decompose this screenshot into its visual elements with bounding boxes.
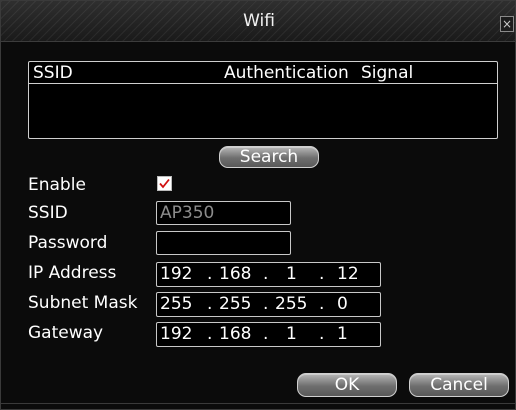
search-button[interactable]: Search — [219, 146, 319, 168]
octet-separator: . — [207, 324, 213, 344]
gateway-octet-2[interactable]: 168 — [219, 323, 251, 345]
ip-octet-1[interactable]: 192 — [160, 263, 192, 285]
cancel-button[interactable]: Cancel — [409, 373, 509, 397]
gateway-label: Gateway — [28, 323, 104, 343]
gateway-octet-1[interactable]: 192 — [160, 323, 192, 345]
octet-separator: . — [319, 264, 325, 284]
octet-separator: . — [263, 294, 269, 314]
octet-separator: . — [263, 324, 269, 344]
ip-octet-3[interactable]: 1 — [286, 263, 297, 285]
dialog-title: Wifi — [243, 11, 275, 31]
subnet-mask-field[interactable]: 255 . 255 . 255 . 0 — [156, 292, 381, 317]
octet-separator: . — [319, 324, 325, 344]
octet-separator: . — [263, 264, 269, 284]
subnet-octet-1[interactable]: 255 — [160, 293, 192, 315]
octet-separator: . — [207, 294, 213, 314]
ssid-label: SSID — [28, 203, 68, 223]
gateway-octet-4[interactable]: 1 — [337, 323, 348, 345]
divider — [1, 403, 515, 404]
subnet-octet-2[interactable]: 255 — [219, 293, 251, 315]
close-icon[interactable]: × — [500, 16, 514, 32]
ip-octet-4[interactable]: 12 — [337, 263, 359, 285]
column-header-ssid[interactable]: SSID — [33, 62, 73, 84]
password-label: Password — [28, 233, 108, 253]
enable-label: Enable — [28, 175, 86, 195]
octet-separator: . — [207, 264, 213, 284]
ip-address-field[interactable]: 192 . 168 . 1 . 12 — [156, 262, 381, 287]
column-header-authentication[interactable]: Authentication — [224, 62, 349, 84]
ok-button[interactable]: OK — [297, 373, 397, 397]
ssid-field[interactable]: AP350 — [156, 201, 291, 225]
checkmark-icon — [159, 178, 170, 189]
password-field[interactable] — [156, 231, 291, 255]
title-bar[interactable]: Wifi × — [1, 1, 515, 42]
octet-separator: . — [319, 294, 325, 314]
wifi-network-list[interactable]: SSID Authentication Signal — [28, 61, 498, 139]
gateway-field[interactable]: 192 . 168 . 1 . 1 — [156, 322, 381, 347]
enable-checkbox[interactable] — [157, 176, 172, 191]
wifi-dialog: Wifi × SSID Authentication Signal Search… — [0, 0, 516, 410]
subnet-mask-label: Subnet Mask — [28, 293, 138, 313]
column-header-signal[interactable]: Signal — [361, 62, 413, 84]
gateway-octet-3[interactable]: 1 — [286, 323, 297, 345]
ip-address-label: IP Address — [28, 263, 117, 283]
list-header: SSID Authentication Signal — [29, 62, 497, 84]
ip-octet-2[interactable]: 168 — [219, 263, 251, 285]
subnet-octet-3[interactable]: 255 — [275, 293, 307, 315]
subnet-octet-4[interactable]: 0 — [337, 293, 348, 315]
